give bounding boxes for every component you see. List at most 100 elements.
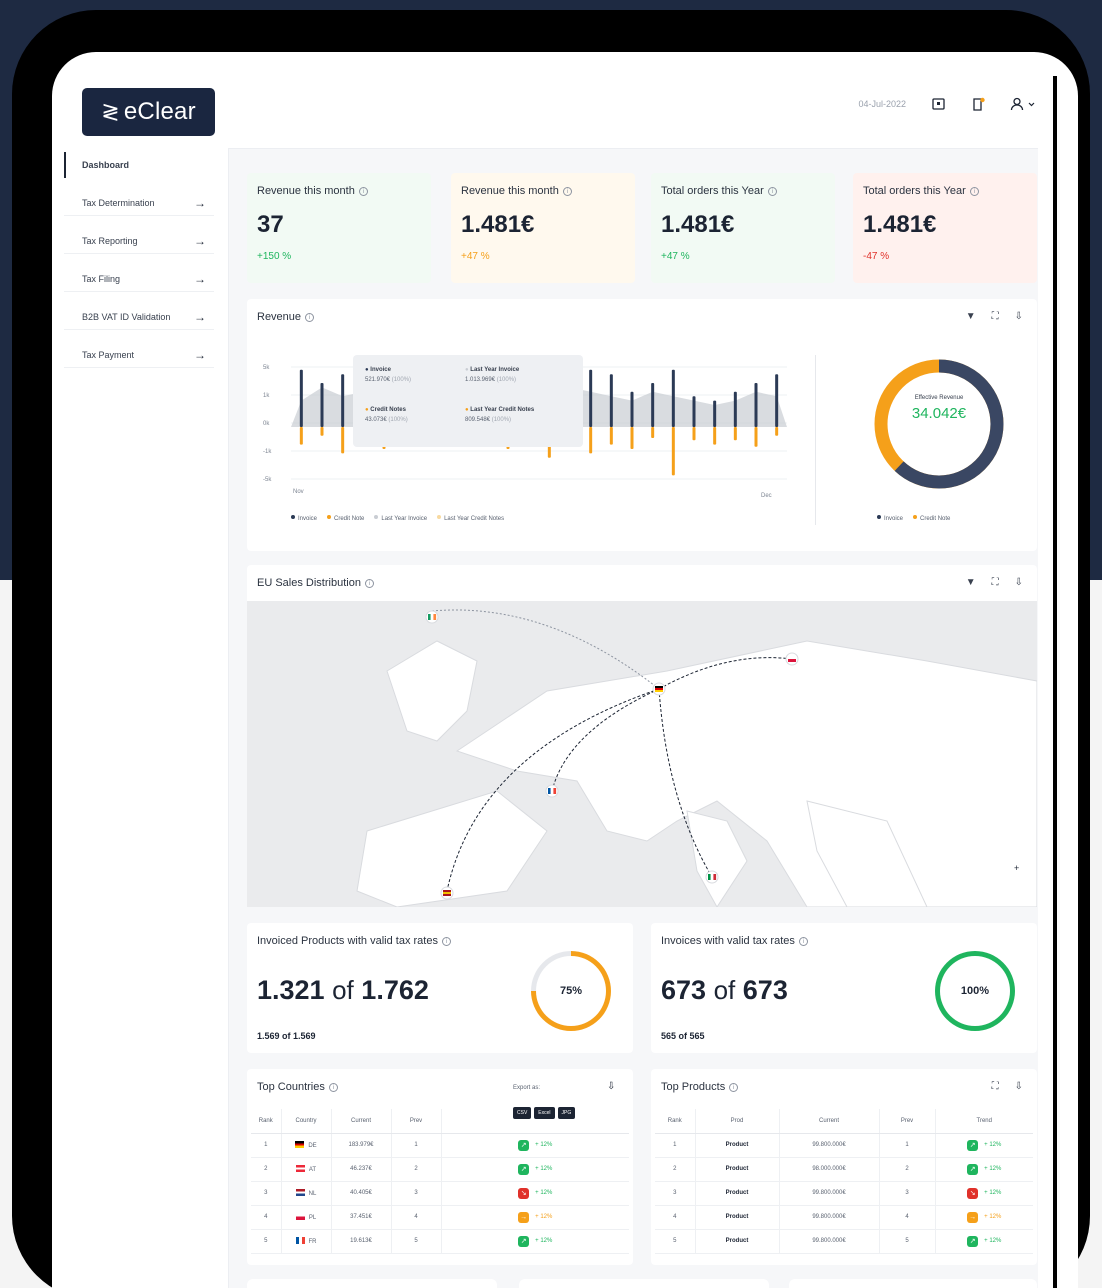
- france-marker[interactable]: [545, 784, 559, 798]
- sidebar-item-vat-id-validation[interactable]: B2B VAT ID Validation →: [64, 304, 214, 330]
- invoice-bar[interactable]: [589, 369, 593, 427]
- trend-value: + 12%: [984, 1166, 1002, 1172]
- credit-note-bar[interactable]: [341, 427, 345, 454]
- donut-label: Effective Revenue: [914, 395, 964, 401]
- italy-marker[interactable]: [705, 870, 719, 884]
- donut-legend-invoice[interactable]: Invoice: [877, 515, 903, 522]
- table-row[interactable]: 1 Product 99.800.000€ 1 ↗ + 12%: [655, 1133, 1033, 1158]
- info-icon[interactable]: i: [305, 313, 315, 322]
- download-icon[interactable]: ⇩: [1015, 577, 1023, 588]
- credit-note-bar[interactable]: [609, 427, 613, 445]
- legend-last-year-credit-notes[interactable]: Last Year Credit Notes: [437, 515, 504, 522]
- invoice-bar[interactable]: [630, 391, 634, 427]
- expand-icon[interactable]: ⛶: [992, 577, 999, 588]
- credit-note-bar[interactable]: [692, 427, 696, 441]
- export-label: Export as:: [513, 1085, 541, 1091]
- spain-marker[interactable]: [440, 886, 454, 900]
- sidebar-item-dashboard[interactable]: Dashboard: [64, 152, 214, 178]
- notification-icon[interactable]: [970, 96, 986, 112]
- credit-note-bar[interactable]: [775, 427, 779, 436]
- legend-invoice[interactable]: Invoice: [291, 515, 317, 522]
- info-icon[interactable]: i: [441, 937, 451, 946]
- invoice-bar[interactable]: [713, 400, 717, 427]
- germany-marker[interactable]: [652, 682, 666, 696]
- table-row[interactable]: 4 Product 99.800.000€ 4 → + 12%: [655, 1205, 1033, 1230]
- info-icon[interactable]: i: [729, 1083, 739, 1092]
- info-icon[interactable]: i: [358, 187, 368, 196]
- credit-note-bar[interactable]: [299, 427, 303, 445]
- invoice-bar[interactable]: [299, 369, 303, 427]
- poland-marker[interactable]: [785, 652, 799, 666]
- donut-legend-credit-note[interactable]: Credit Note: [913, 515, 950, 522]
- arrow-right-icon: →: [194, 347, 206, 362]
- table-header-row: Rank Country Current Prev: [251, 1109, 629, 1134]
- screen-icon[interactable]: [930, 96, 946, 112]
- sidebar-item-tax-payment[interactable]: Tax Payment →: [64, 342, 214, 368]
- invoice-bar[interactable]: [671, 369, 675, 427]
- kpi-change: +150 %: [257, 251, 292, 262]
- sidebar-item-tax-reporting[interactable]: Tax Reporting →: [64, 228, 214, 254]
- kpi-title-text: Revenue this month: [461, 185, 559, 197]
- invoice-bar[interactable]: [651, 383, 655, 427]
- expand-icon[interactable]: ⛶: [992, 311, 999, 322]
- credit-note-bar[interactable]: [320, 427, 324, 436]
- credit-note-bar[interactable]: [754, 427, 758, 447]
- info-icon[interactable]: i: [364, 579, 374, 588]
- invoice-bar[interactable]: [733, 391, 737, 427]
- invoice-bar[interactable]: [320, 383, 324, 427]
- sidebar-item-tax-filing[interactable]: Tax Filing →: [64, 266, 214, 292]
- poland-flag-icon: [295, 1213, 305, 1220]
- user-icon[interactable]: [1010, 96, 1038, 112]
- sidebar-item-tax-determination[interactable]: Tax Determination →: [64, 190, 214, 216]
- arrow-right-icon: →: [194, 309, 206, 324]
- legend-last-year-invoice[interactable]: Last Year Invoice: [374, 515, 427, 522]
- table-row[interactable]: 2 Product 98.000.000€ 2 ↗ + 12%: [655, 1157, 1033, 1182]
- app-logo[interactable]: ≷ eClear: [82, 88, 215, 136]
- credit-note-bar[interactable]: [713, 427, 717, 445]
- table-row[interactable]: 1 DE 183.979€ 1 ↗ + 12%: [251, 1133, 629, 1158]
- invoiced-products-sub: 1.569 of 1.569: [257, 1031, 316, 1041]
- credit-note-bar[interactable]: [589, 427, 593, 454]
- kpi-card[interactable]: Total orders this Year i 1.481€ -47 %: [853, 173, 1037, 283]
- expand-icon[interactable]: ⛶: [992, 1081, 999, 1092]
- download-icon[interactable]: ⇩: [1015, 311, 1023, 322]
- credit-note-bar[interactable]: [630, 427, 634, 449]
- table-row[interactable]: 2 AT 46.237€ 2 ↗ + 12%: [251, 1157, 629, 1182]
- europe-map[interactable]: +: [247, 601, 1037, 907]
- table-row[interactable]: 5 FR 19.613€ 5 ↗ + 12%: [251, 1229, 629, 1254]
- info-icon[interactable]: i: [969, 187, 979, 196]
- table-row[interactable]: 3 NL 40.405€ 3 ↘ + 12%: [251, 1181, 629, 1206]
- cell-current: 98.000.000€: [778, 1157, 879, 1182]
- kpi-card[interactable]: Revenue this month i 1.481€ +47 %: [451, 173, 635, 283]
- legend-credit-note[interactable]: Credit Note: [327, 515, 364, 522]
- table-row[interactable]: 5 Product 99.800.000€ 5 ↗ + 12%: [655, 1229, 1033, 1254]
- invoice-bar[interactable]: [341, 374, 345, 427]
- invoice-bar[interactable]: [775, 374, 779, 427]
- credit-note-bar[interactable]: [733, 427, 737, 441]
- kpi-card[interactable]: Total orders this Year i 1.481€ +47 %: [651, 173, 835, 283]
- info-icon[interactable]: i: [767, 187, 777, 196]
- info-icon[interactable]: i: [562, 187, 572, 196]
- invoice-bar[interactable]: [692, 396, 696, 427]
- info-icon[interactable]: i: [798, 937, 808, 946]
- kpi-card[interactable]: Revenue this month i 37 +150 %: [247, 173, 431, 283]
- tooltip-invoice: ● Invoice 521.970€ (100%): [365, 367, 412, 383]
- credit-note-bar[interactable]: [651, 427, 655, 438]
- download-icon[interactable]: ⇩: [607, 1081, 615, 1092]
- download-icon[interactable]: ⇩: [1015, 1081, 1023, 1092]
- sidebar-item-label: Tax Reporting: [82, 235, 138, 246]
- cell-trend: → + 12%: [934, 1205, 1033, 1230]
- filter-icon[interactable]: ▼: [966, 311, 976, 322]
- invoice-bar[interactable]: [609, 374, 613, 427]
- ireland-marker[interactable]: [425, 610, 439, 624]
- cell-country: PL: [280, 1205, 331, 1230]
- trend-up-icon: ↗: [518, 1235, 530, 1247]
- filter-icon[interactable]: ▼: [966, 577, 976, 588]
- table-row[interactable]: 4 PL 37.451€ 4 → + 12%: [251, 1205, 629, 1230]
- table-row[interactable]: 3 Product 99.800.000€ 3 ↘ + 12%: [655, 1181, 1033, 1206]
- invoice-bar[interactable]: [754, 383, 758, 427]
- info-icon[interactable]: i: [328, 1083, 338, 1092]
- kpi-title-text: Total orders this Year: [863, 185, 966, 197]
- top-products-table: Rank Prod Current Prev Trend 1 Product 99.…: [655, 1109, 1033, 1254]
- credit-note-bar[interactable]: [671, 427, 675, 476]
